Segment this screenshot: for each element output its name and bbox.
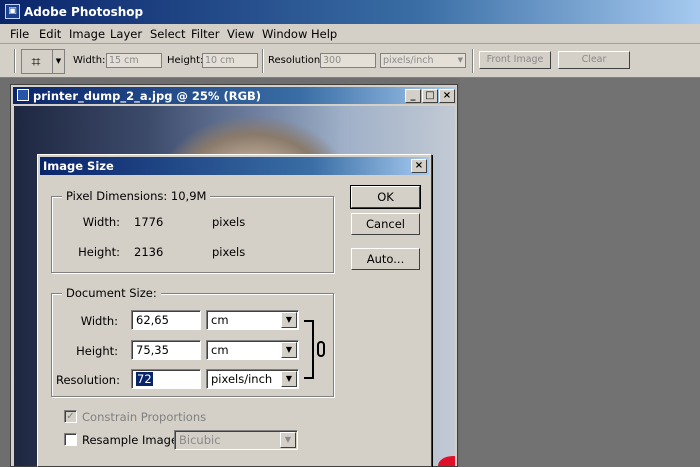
chevron-down-icon: ▼ (457, 56, 463, 64)
chevron-down-icon[interactable]: ▼ (281, 342, 297, 358)
pixel-height-unit: pixels (212, 245, 246, 259)
options-separator (262, 49, 264, 73)
resample-method-value: Bicubic (179, 433, 221, 447)
cancel-button[interactable]: Cancel (351, 213, 420, 235)
chevron-down-icon[interactable]: ▼ (280, 432, 296, 448)
menu-select[interactable]: Select (150, 27, 185, 41)
doc-resolution-unit-select[interactable]: pixels/inch ▼ (206, 369, 299, 389)
constrain-proportions-checkbox[interactable]: ✓ (64, 410, 77, 423)
pixel-dimensions-label: Pixel Dimensions: (66, 189, 168, 203)
constrain-proportions-label: Constrain Proportions (82, 410, 207, 424)
height-label: Height: (167, 55, 204, 66)
menu-file[interactable]: File (10, 27, 29, 41)
image-size-dialog: Image Size × Pixel Dimensions: 10,9M Wid… (37, 154, 432, 467)
menu-view[interactable]: View (227, 27, 254, 41)
pixel-width-label: Width: (82, 215, 120, 229)
chevron-down-icon[interactable]: ▼ (281, 371, 297, 387)
resolution-label: Resolution: (268, 55, 324, 66)
resample-image-label: Resample Image: (82, 433, 182, 447)
ok-button[interactable]: OK (350, 185, 421, 209)
app-title: Adobe Photoshop (24, 5, 144, 19)
doc-resolution-unit-value: pixels/inch (211, 372, 273, 386)
width-label: Width: (73, 55, 106, 66)
doc-height-input[interactable]: 75,35 (131, 340, 201, 360)
chevron-down-icon[interactable]: ▼ (52, 50, 64, 73)
auto-button[interactable]: Auto... (351, 248, 420, 270)
doc-width-label: Width: (80, 314, 118, 328)
document-title: printer_dump_2_a.jpg @ 25% (RGB) (33, 89, 262, 103)
width-field[interactable]: 15 cm (106, 53, 162, 68)
pixel-width-unit: pixels (212, 215, 246, 229)
close-icon[interactable]: × (439, 89, 455, 103)
document-title-bar: printer_dump_2_a.jpg @ 25% (RGB) _ □ × (13, 87, 456, 104)
menu-bar: File Edit Image Layer Select Filter View… (0, 24, 700, 44)
doc-resolution-label: Resolution: (56, 373, 120, 387)
options-separator (14, 49, 16, 73)
minimize-icon[interactable]: _ (405, 89, 421, 103)
menu-filter[interactable]: Filter (191, 27, 219, 41)
doc-height-label: Height: (76, 344, 118, 358)
app-title-bar: ▣ Adobe Photoshop (0, 0, 700, 24)
pixel-height-label: Height: (78, 245, 120, 259)
menu-image[interactable]: Image (69, 27, 105, 41)
crop-icon: ⌗ (31, 52, 41, 71)
menu-window[interactable]: Window (262, 27, 307, 41)
menu-help[interactable]: Help (311, 27, 337, 41)
clear-button[interactable]: Clear (558, 51, 630, 69)
pixel-dimensions-legend: Pixel Dimensions: 10,9M (62, 189, 211, 203)
height-field[interactable]: 10 cm (202, 53, 258, 68)
doc-height-unit-value: cm (211, 343, 229, 357)
options-bar: ⌗ ▼ Width: 15 cm Height: 10 cm Resolutio… (0, 44, 700, 78)
doc-resolution-value: 72 (136, 372, 153, 386)
resample-image-checkbox[interactable] (64, 433, 77, 446)
photoshop-icon: ▣ (5, 4, 20, 19)
resolution-field[interactable]: 300 (320, 53, 376, 68)
doc-resolution-input[interactable]: 72 (131, 369, 201, 389)
chain-link-icon (317, 341, 325, 357)
photo-detail (438, 456, 455, 466)
pixel-width-value: 1776 (134, 215, 164, 229)
constrain-link-bracket (304, 320, 314, 379)
menu-layer[interactable]: Layer (110, 27, 142, 41)
maximize-icon[interactable]: □ (422, 89, 438, 103)
options-separator (472, 49, 474, 73)
doc-width-input[interactable]: 62,65 (131, 310, 201, 330)
resolution-unit-value: pixels/inch (383, 55, 434, 66)
chevron-down-icon[interactable]: ▼ (281, 312, 297, 328)
dialog-title-bar: Image Size × (40, 157, 429, 175)
doc-width-unit-select[interactable]: cm ▼ (206, 310, 299, 330)
resample-method-select[interactable]: Bicubic ▼ (174, 430, 298, 450)
doc-width-unit-value: cm (211, 313, 229, 327)
workspace (460, 78, 700, 467)
menu-edit[interactable]: Edit (39, 27, 61, 41)
pixel-dimensions-group: Pixel Dimensions: 10,9M (51, 189, 334, 273)
dialog-title: Image Size (43, 159, 114, 173)
close-icon[interactable]: × (411, 159, 427, 173)
pixel-dimensions-value: 10,9M (170, 189, 207, 203)
front-image-button[interactable]: Front Image (479, 51, 551, 69)
doc-height-unit-select[interactable]: cm ▼ (206, 340, 299, 360)
document-size-legend: Document Size: (62, 286, 161, 300)
crop-tool-preset[interactable]: ⌗ ▼ (21, 49, 65, 74)
document-icon (17, 89, 29, 101)
resolution-unit-select[interactable]: pixels/inch ▼ (380, 53, 466, 68)
pixel-height-value: 2136 (134, 245, 164, 259)
